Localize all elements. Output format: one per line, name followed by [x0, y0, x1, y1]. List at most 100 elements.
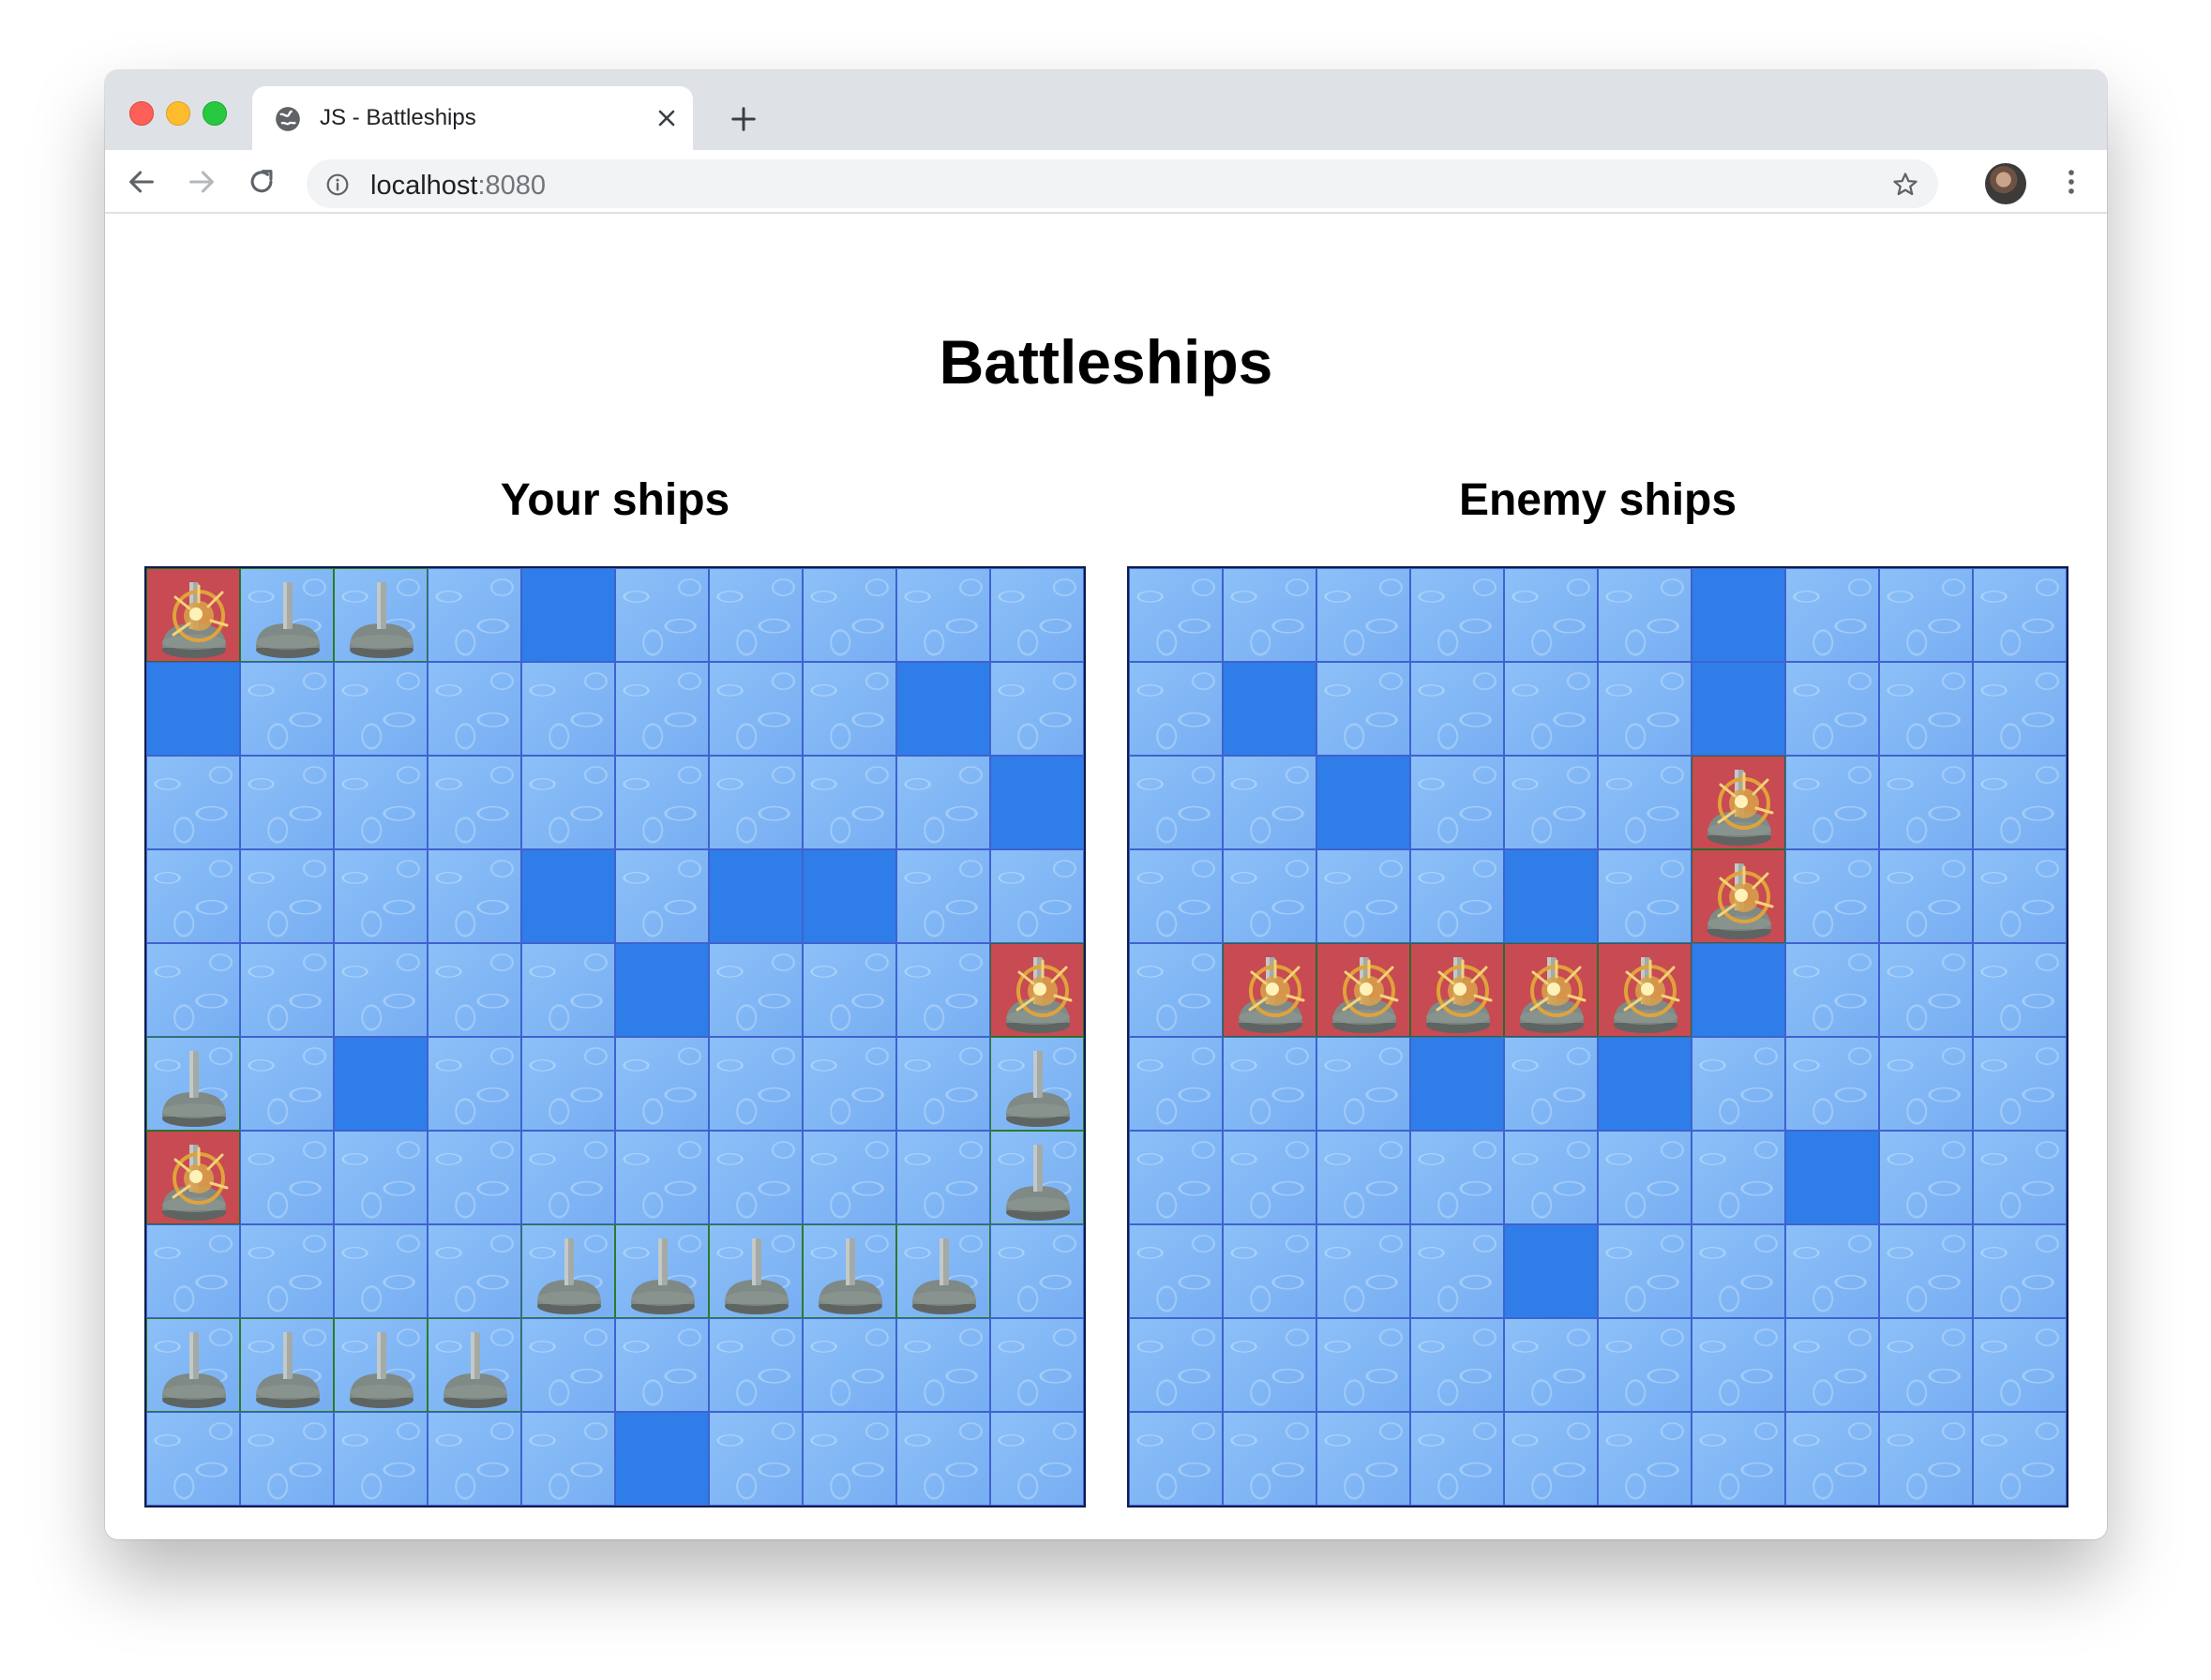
enemy-cell-water[interactable]: [1973, 568, 2067, 662]
player-cell-ship[interactable]: [521, 1224, 615, 1318]
enemy-cell-water[interactable]: [1785, 943, 1879, 1037]
player-cell-water[interactable]: [521, 1412, 615, 1506]
player-cell-hit[interactable]: [146, 1131, 240, 1224]
tab-active[interactable]: JS - Battleships: [252, 86, 693, 150]
enemy-cell-water[interactable]: [1598, 1131, 1692, 1224]
player-cell-water[interactable]: [896, 756, 990, 849]
zoom-window-button[interactable]: [203, 101, 227, 126]
enemy-cell-hit[interactable]: [1223, 943, 1316, 1037]
enemy-cell-water[interactable]: [1879, 1224, 1973, 1318]
enemy-cell-hit[interactable]: [1692, 849, 1785, 943]
enemy-cell-water[interactable]: [1973, 662, 2067, 756]
enemy-cell-water[interactable]: [1692, 1037, 1785, 1131]
enemy-cell-water[interactable]: [1973, 1224, 2067, 1318]
player-cell-water[interactable]: [334, 1224, 428, 1318]
player-cell-ship[interactable]: [334, 1318, 428, 1412]
minimize-window-button[interactable]: [166, 101, 190, 126]
enemy-cell-water[interactable]: [1973, 1131, 2067, 1224]
enemy-cell-miss[interactable]: [1692, 568, 1785, 662]
player-cell-miss[interactable]: [896, 662, 990, 756]
enemy-cell-water[interactable]: [1692, 1318, 1785, 1412]
player-cell-water[interactable]: [428, 1412, 521, 1506]
player-cell-water[interactable]: [428, 849, 521, 943]
enemy-cell-water[interactable]: [1692, 1412, 1785, 1506]
player-cell-water[interactable]: [803, 1131, 896, 1224]
player-cell-water[interactable]: [896, 849, 990, 943]
enemy-cell-water[interactable]: [1223, 1037, 1316, 1131]
enemy-cell-water[interactable]: [1316, 1131, 1410, 1224]
player-cell-water[interactable]: [334, 849, 428, 943]
player-cell-miss[interactable]: [521, 849, 615, 943]
enemy-cell-hit[interactable]: [1410, 943, 1504, 1037]
enemy-cell-water[interactable]: [1316, 1318, 1410, 1412]
player-cell-water[interactable]: [896, 1412, 990, 1506]
player-cell-hit[interactable]: [146, 568, 240, 662]
enemy-cell-miss[interactable]: [1504, 1224, 1598, 1318]
enemy-cell-water[interactable]: [1410, 1224, 1504, 1318]
enemy-cell-water[interactable]: [1598, 568, 1692, 662]
enemy-cell-water[interactable]: [1223, 1412, 1316, 1506]
player-cell-water[interactable]: [709, 662, 803, 756]
player-cell-water[interactable]: [990, 1412, 1084, 1506]
player-cell-water[interactable]: [240, 849, 334, 943]
enemy-cell-hit[interactable]: [1598, 943, 1692, 1037]
player-cell-ship[interactable]: [803, 1224, 896, 1318]
enemy-cell-water[interactable]: [1785, 849, 1879, 943]
player-cell-water[interactable]: [896, 1037, 990, 1131]
player-cell-water[interactable]: [709, 1318, 803, 1412]
player-cell-miss[interactable]: [615, 943, 709, 1037]
player-cell-water[interactable]: [803, 943, 896, 1037]
enemy-cell-water[interactable]: [1410, 1131, 1504, 1224]
enemy-cell-water[interactable]: [1129, 568, 1223, 662]
player-cell-ship[interactable]: [615, 1224, 709, 1318]
enemy-cell-water[interactable]: [1785, 568, 1879, 662]
player-cell-water[interactable]: [521, 943, 615, 1037]
enemy-cell-water[interactable]: [1316, 1224, 1410, 1318]
player-cell-water[interactable]: [334, 1131, 428, 1224]
enemy-cell-water[interactable]: [1410, 1318, 1504, 1412]
enemy-cell-water[interactable]: [1785, 1224, 1879, 1318]
player-cell-ship[interactable]: [896, 1224, 990, 1318]
player-cell-water[interactable]: [896, 1131, 990, 1224]
enemy-cell-water[interactable]: [1316, 662, 1410, 756]
enemy-cell-water[interactable]: [1223, 756, 1316, 849]
player-cell-water[interactable]: [240, 1037, 334, 1131]
player-cell-water[interactable]: [990, 1224, 1084, 1318]
enemy-cell-miss[interactable]: [1598, 1037, 1692, 1131]
player-cell-ship[interactable]: [990, 1037, 1084, 1131]
player-cell-water[interactable]: [146, 1412, 240, 1506]
player-cell-water[interactable]: [428, 1037, 521, 1131]
player-cell-water[interactable]: [521, 1037, 615, 1131]
player-cell-water[interactable]: [428, 568, 521, 662]
enemy-cell-water[interactable]: [1129, 1037, 1223, 1131]
enemy-cell-water[interactable]: [1598, 849, 1692, 943]
enemy-cell-water[interactable]: [1316, 1412, 1410, 1506]
enemy-cell-water[interactable]: [1504, 1412, 1598, 1506]
enemy-cell-miss[interactable]: [1692, 662, 1785, 756]
back-arrow-icon[interactable]: [126, 166, 158, 198]
player-cell-water[interactable]: [146, 849, 240, 943]
player-cell-water[interactable]: [428, 662, 521, 756]
player-cell-water[interactable]: [803, 662, 896, 756]
player-cell-water[interactable]: [615, 1131, 709, 1224]
info-icon[interactable]: [325, 172, 350, 197]
enemy-cell-water[interactable]: [1598, 756, 1692, 849]
player-cell-water[interactable]: [146, 943, 240, 1037]
player-cell-water[interactable]: [521, 1318, 615, 1412]
player-cell-water[interactable]: [803, 568, 896, 662]
enemy-cell-water[interactable]: [1598, 1318, 1692, 1412]
player-cell-ship[interactable]: [240, 1318, 334, 1412]
player-cell-water[interactable]: [803, 1037, 896, 1131]
player-cell-water[interactable]: [428, 756, 521, 849]
enemy-cell-water[interactable]: [1973, 756, 2067, 849]
player-cell-water[interactable]: [803, 756, 896, 849]
player-cell-water[interactable]: [709, 1037, 803, 1131]
player-cell-miss[interactable]: [146, 662, 240, 756]
new-tab-icon[interactable]: [729, 105, 758, 133]
player-cell-water[interactable]: [709, 568, 803, 662]
player-cell-water[interactable]: [615, 756, 709, 849]
player-cell-water[interactable]: [615, 662, 709, 756]
player-cell-water[interactable]: [240, 756, 334, 849]
player-cell-water[interactable]: [521, 756, 615, 849]
enemy-cell-water[interactable]: [1129, 943, 1223, 1037]
